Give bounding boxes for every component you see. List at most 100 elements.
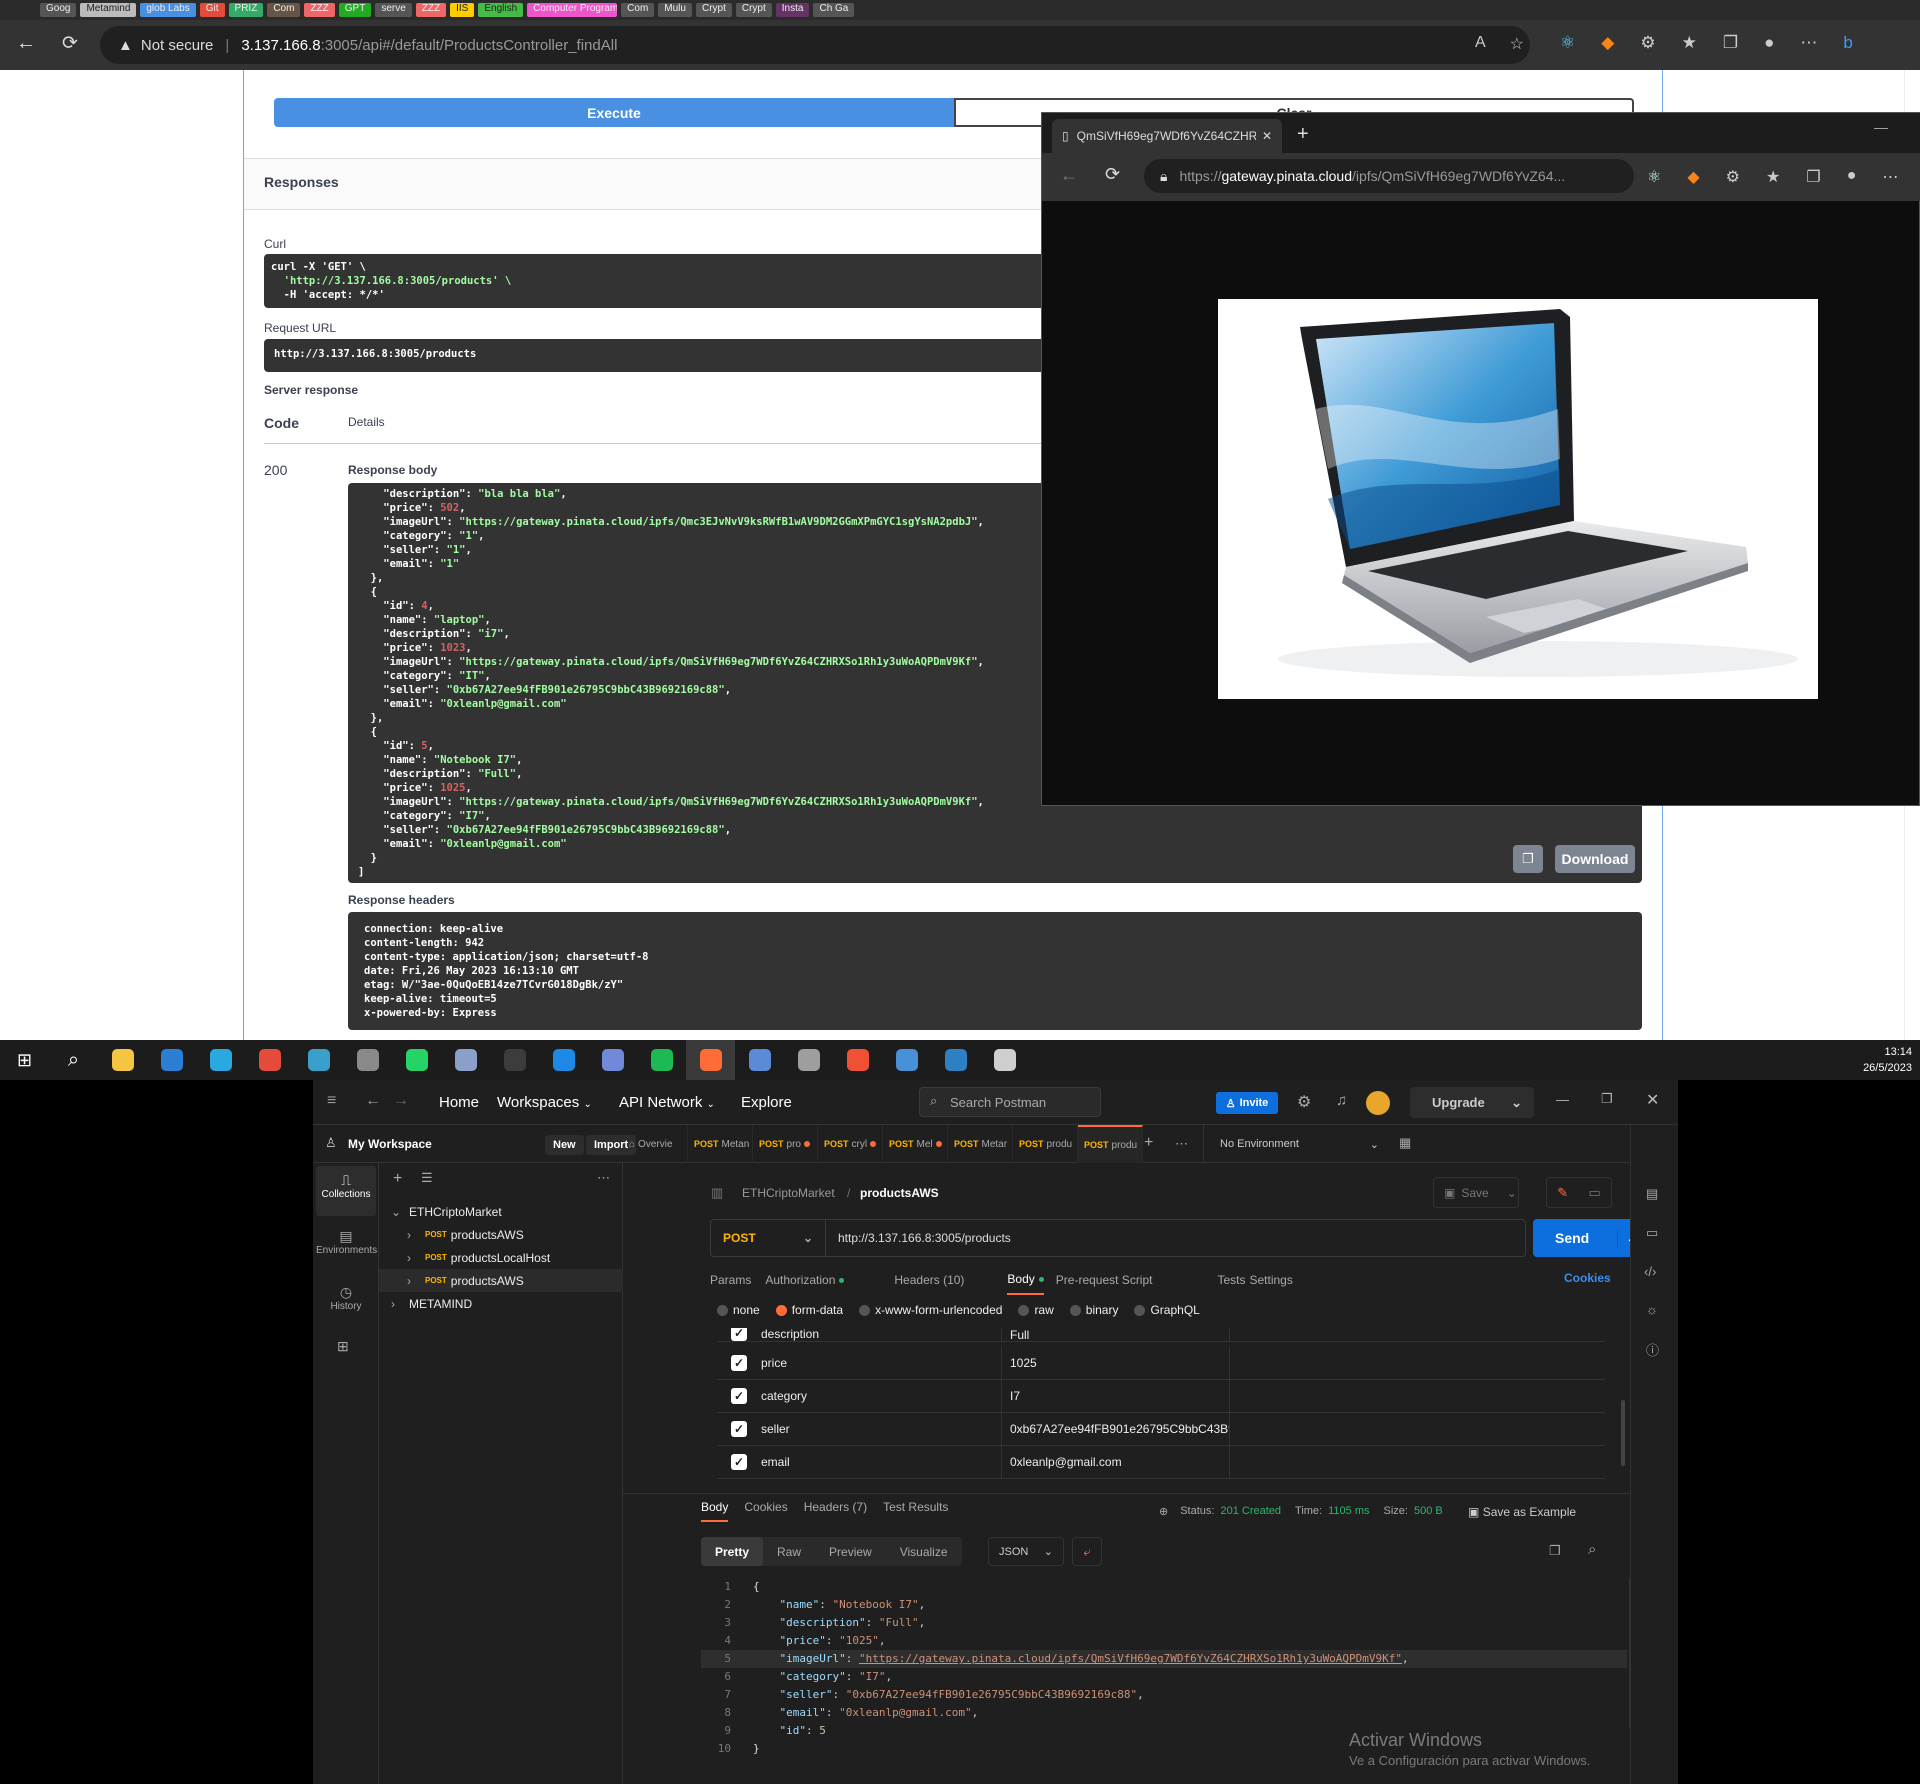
taskbar-app[interactable] [931,1040,980,1080]
taskbar-app[interactable] [539,1040,588,1080]
checkbox[interactable]: ✓ [731,1328,747,1341]
request-tab[interactable]: POST produ [1013,1125,1078,1163]
form-scrollbar[interactable] [1621,1400,1625,1466]
taskbar-app[interactable] [196,1040,245,1080]
breadcrumb-collection[interactable]: ETHCriptoMarket [742,1186,835,1200]
url-field[interactable]: ▲ Not secure | 3.137.166.8 :3005/api#/de… [100,26,1530,64]
taskbar-app[interactable] [392,1040,441,1080]
browser-tab[interactable]: Crypt [695,3,732,17]
configure-sidebar-icon[interactable]: ⊞ [337,1338,349,1355]
send-button[interactable]: Send⌄ [1533,1219,1638,1257]
form-key[interactable]: description [761,1328,1001,1341]
browser-tab[interactable]: GPT [338,3,372,17]
request-subtab[interactable]: Headers (10) [894,1265,964,1295]
form-data-row[interactable]: ✓ email 0xleanlp@gmail.com [717,1446,1605,1479]
settings-icon[interactable]: ⚙ [1297,1092,1311,1112]
favorite-add-icon[interactable]: ☆ [1510,34,1524,54]
react-devtools-icon[interactable]: ⚛ [1647,167,1661,187]
tree-collection[interactable]: › METAMIND [379,1292,623,1315]
body-type-option[interactable]: binary [1069,1303,1118,1317]
form-data-row[interactable]: ✓ seller0xb67A27ee94fFB901e26795C9bbC43B9… [717,1413,1605,1446]
form-desc[interactable] [1229,1446,1605,1478]
format-select[interactable]: JSON ⌄ [988,1537,1064,1566]
taskbar-app[interactable] [735,1040,784,1080]
profile-icon[interactable]: ● [1764,33,1774,53]
taskbar-app[interactable] [490,1040,539,1080]
form-value[interactable]: 1025 [1001,1347,1229,1379]
back-icon[interactable]: ← [16,32,36,55]
browser-tab[interactable]: Mulu [658,3,692,17]
taskbar-app[interactable] [833,1040,882,1080]
size-value[interactable]: 500 B [1414,1505,1443,1518]
sidebar-item-environments[interactable]: ▤ Environments [316,1222,377,1272]
window-minimize-icon[interactable]: — [1556,1092,1569,1107]
taskbar-app[interactable] [588,1040,637,1080]
extensions-icon[interactable]: ⚙ [1726,167,1740,187]
save-as-example-button[interactable]: ▣ Save as Example [1468,1505,1576,1519]
copy-button[interactable]: ❐ [1513,845,1543,873]
form-key[interactable]: email [761,1455,1001,1469]
window-close-icon[interactable]: ✕ [1646,1090,1659,1110]
body-type-option[interactable]: raw [1018,1303,1054,1317]
form-key[interactable]: seller [761,1422,1001,1436]
browser-tab[interactable]: PRIZ [228,3,264,17]
minimize-icon[interactable]: — [1874,119,1888,135]
form-key[interactable]: category [761,1389,1001,1403]
search-icon[interactable]: ⌕ [1588,1541,1596,1558]
view-tab[interactable]: Preview [815,1537,886,1566]
download-button[interactable]: Download [1555,845,1635,873]
info-icon[interactable]: ⓘ [1646,1340,1659,1359]
browser-tab[interactable]: Com [621,3,655,17]
body-type-option[interactable]: GraphQL [1134,1303,1200,1317]
browser-tab[interactable]: Ch Ga [813,3,855,17]
url-input[interactable]: http://3.137.166.8:3005/products [826,1219,1526,1257]
sidebar-item-collections[interactable]: ⎍ Collections [316,1166,376,1216]
request-subtab[interactable]: Tests [1217,1265,1245,1295]
window-restore-icon[interactable]: ❐ [1601,1091,1613,1107]
environment-quick-look-icon[interactable]: ▦ [1399,1135,1411,1151]
invite-button[interactable]: ♙ Invite [1216,1092,1278,1114]
back-icon[interactable]: ← [1060,165,1078,186]
workspace-name[interactable]: My Workspace [348,1137,432,1151]
taskbar-app[interactable] [147,1040,196,1080]
form-desc[interactable] [1229,1328,1605,1341]
comments-icon[interactable]: ▭ [1646,1225,1658,1241]
form-value[interactable]: Full [1001,1328,1229,1341]
metamask-icon[interactable]: ◆ [1601,33,1614,53]
cookies-link[interactable]: Cookies [1564,1271,1611,1285]
code-icon[interactable]: ‹/› [1644,1264,1656,1279]
status-value[interactable]: 201 Created [1220,1505,1281,1518]
add-icon[interactable]: + [393,1170,402,1188]
react-devtools-icon[interactable]: ⚛ [1560,33,1575,53]
bing-icon[interactable]: b [1843,33,1852,53]
system-clock[interactable]: 13:14 26/5/2023 [1863,1044,1912,1076]
more-icon[interactable]: ⋯ [597,1170,610,1186]
favorites-icon[interactable]: ★ [1682,33,1697,53]
nav-workspaces[interactable]: Workspaces ⌄ [497,1094,592,1111]
response-tab[interactable]: Test Results [883,1500,948,1526]
time-value[interactable]: 1105 ms [1328,1505,1369,1518]
sidebar-item-history[interactable]: ◷ History [316,1278,376,1328]
checkbox[interactable]: ✓ [731,1421,747,1437]
reload-icon[interactable]: ⟳ [62,32,78,55]
filter-icon[interactable]: ☰ [421,1170,433,1186]
request-tab[interactable]: POST pro [753,1125,818,1163]
documentation-icon[interactable]: ▤ [1646,1186,1658,1202]
browser-tab[interactable]: Com [267,3,301,17]
pinata-url-field[interactable]: 🔒︎ https:// gateway.pinata.cloud /ipfs/Q… [1144,159,1634,193]
view-tab[interactable]: Raw [763,1537,815,1566]
form-data-row[interactable]: ✓ price 1025 [717,1347,1605,1380]
response-tab[interactable]: Cookies [744,1500,787,1526]
taskbar-app[interactable] [637,1040,686,1080]
checkbox[interactable]: ✓ [731,1355,747,1371]
browser-tab[interactable]: ZZZ [415,3,447,17]
favorites-icon[interactable]: ★ [1766,167,1780,187]
collections-icon[interactable]: ❐ [1723,33,1738,53]
form-key[interactable]: price [761,1356,1001,1370]
edit-button[interactable]: ✎ ▭ [1546,1177,1612,1208]
lightbulb-icon[interactable]: ☼ [1646,1302,1658,1317]
start-button[interactable]: ⊞ [0,1040,49,1080]
environment-selector[interactable]: No Environment ⌄ [1203,1125,1389,1163]
form-data-row[interactable]: ✓ description Full [717,1328,1605,1342]
new-tab-icon[interactable]: + [1297,123,1309,146]
